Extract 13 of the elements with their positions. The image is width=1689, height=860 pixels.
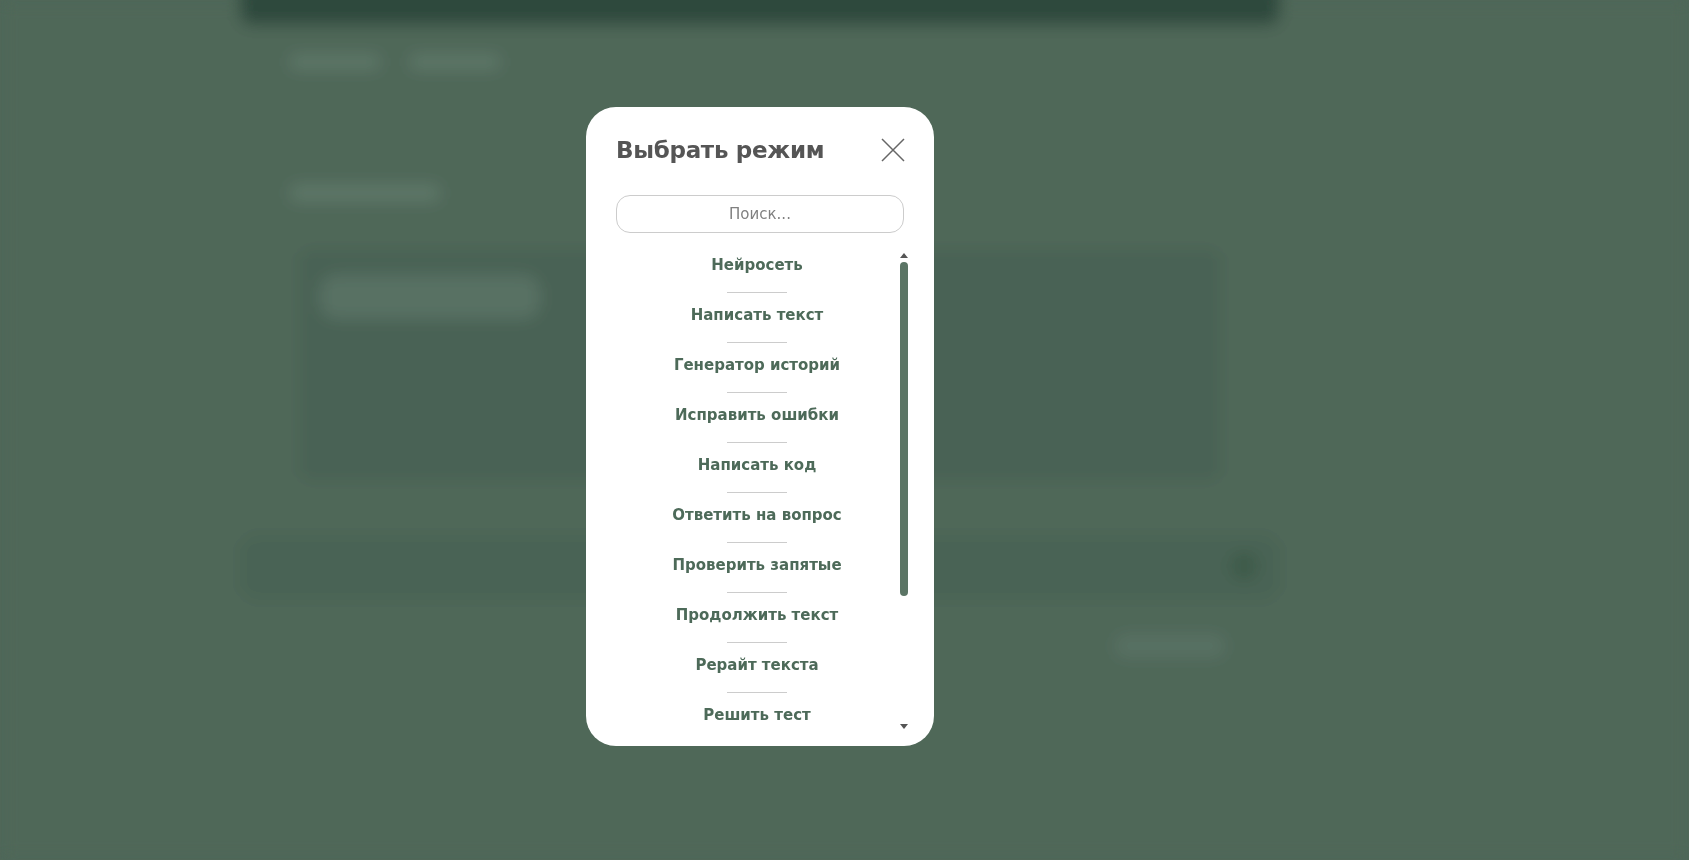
mode-option[interactable]: Решить тест: [697, 706, 817, 728]
mode-option[interactable]: Продолжить текст: [669, 606, 845, 628]
mode-option[interactable]: Нейросеть: [705, 256, 809, 278]
mode-option[interactable]: Написать код: [691, 456, 823, 478]
search-field[interactable]: Поиск...: [616, 195, 904, 233]
close-button[interactable]: [880, 137, 906, 163]
mode-option[interactable]: Проверить запятые: [666, 556, 848, 578]
mode-option[interactable]: Написать текст: [684, 306, 830, 328]
mode-option[interactable]: Ответить на вопрос: [666, 506, 848, 528]
mode-option[interactable]: Генератор историй: [667, 356, 847, 378]
mode-option[interactable]: Исправить ошибки: [669, 406, 845, 428]
dialog-title: Выбрать режим: [616, 137, 825, 163]
mode-option[interactable]: Рерайт текста: [689, 656, 825, 678]
